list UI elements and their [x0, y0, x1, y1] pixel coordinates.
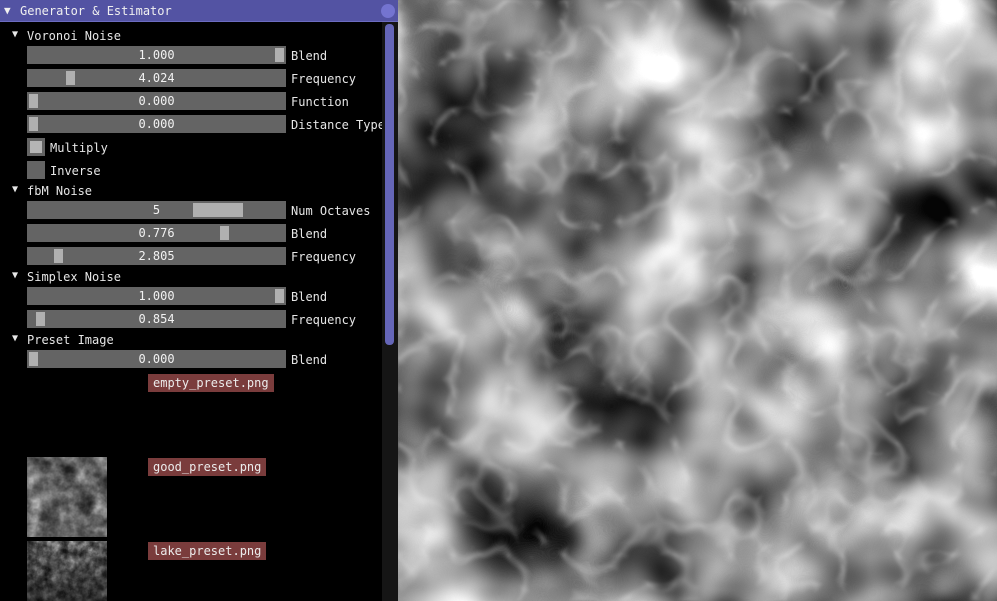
expand-triangle-icon: ▼: [12, 184, 19, 195]
slider-value: 0.776: [138, 226, 175, 240]
heightmap-preview: [398, 0, 997, 601]
expand-triangle-icon: ▼: [12, 29, 19, 40]
section-title: Preset Image: [27, 333, 114, 347]
fbm-num-octaves-label: Num Octaves: [291, 204, 371, 218]
preset-blend-label: Blend: [291, 353, 328, 367]
voronoi-blend-label: Blend: [291, 49, 328, 63]
slider-grab[interactable]: [29, 94, 38, 108]
slider-grab[interactable]: [275, 289, 284, 303]
scrollbar-thumb[interactable]: [385, 24, 394, 345]
inverse-label: Inverse: [50, 164, 101, 178]
multiply-checkbox[interactable]: [27, 138, 45, 156]
slider-value: 1.000: [138, 48, 175, 62]
simplex-frequency-label: Frequency: [291, 313, 357, 327]
preset-file-button[interactable]: empty_preset.png: [148, 374, 274, 392]
slider-value: 0.000: [138, 117, 175, 131]
slider-grab[interactable]: [36, 312, 46, 326]
simplex-blend-slider[interactable]: 1.000: [27, 287, 286, 305]
section-title: Simplex Noise: [27, 270, 121, 284]
preset-blend-slider[interactable]: 0.000: [27, 350, 286, 368]
fbm-frequency-slider[interactable]: 2.805: [27, 247, 286, 265]
slider-grab[interactable]: [53, 249, 63, 263]
voronoi-distance-type-label: Distance Type: [291, 118, 385, 132]
fbm-blend-slider[interactable]: 0.776: [27, 224, 286, 242]
simplex-blend-label: Blend: [291, 290, 328, 304]
close-icon[interactable]: [381, 4, 395, 18]
good-preset-thumbnail[interactable]: [27, 457, 107, 537]
expand-triangle-icon: ▼: [12, 333, 19, 344]
expand-triangle-icon: ▼: [12, 270, 19, 281]
lake-preset-thumbnail[interactable]: [27, 541, 107, 601]
simplex-frequency-slider[interactable]: 0.854: [27, 310, 286, 328]
collapse-triangle-icon[interactable]: ▼: [4, 4, 11, 17]
slider-value: 0.000: [138, 352, 175, 366]
slider-value: 0.854: [138, 312, 175, 326]
preset-file-button[interactable]: lake_preset.png: [148, 542, 267, 560]
checkbox-mark: [30, 141, 42, 153]
voronoi-function-label: Function: [291, 95, 349, 109]
section-title: fbM Noise: [27, 184, 93, 198]
slider-grab[interactable]: [29, 352, 38, 366]
generator-estimator-window: ▼ Generator & Estimator ▼ Voronoi Noise …: [0, 0, 398, 601]
slider-value: 0.000: [138, 94, 175, 108]
preset-file-button[interactable]: good_preset.png: [148, 458, 267, 476]
slider-grab[interactable]: [275, 48, 284, 62]
slider-grab[interactable]: [65, 71, 75, 85]
multiply-label: Multiply: [50, 141, 108, 155]
slider-value: 5: [152, 203, 161, 217]
slider-value: 1.000: [138, 289, 175, 303]
inverse-checkbox[interactable]: [27, 161, 45, 179]
voronoi-blend-slider[interactable]: 1.000: [27, 46, 286, 64]
slider-grab[interactable]: [219, 226, 229, 240]
slider-value: 2.805: [138, 249, 175, 263]
voronoi-function-slider[interactable]: 0.000: [27, 92, 286, 110]
fbm-num-octaves-slider[interactable]: 5: [27, 201, 286, 219]
voronoi-distance-type-slider[interactable]: 0.000: [27, 115, 286, 133]
fbm-blend-label: Blend: [291, 227, 328, 241]
slider-grab[interactable]: [193, 203, 243, 217]
voronoi-frequency-slider[interactable]: 4.024: [27, 69, 286, 87]
voronoi-frequency-label: Frequency: [291, 72, 357, 86]
window-title: Generator & Estimator: [20, 4, 172, 18]
window-title-bar[interactable]: ▼ Generator & Estimator: [0, 0, 398, 22]
section-title: Voronoi Noise: [27, 29, 121, 43]
slider-grab[interactable]: [29, 117, 38, 131]
fbm-frequency-label: Frequency: [291, 250, 357, 264]
